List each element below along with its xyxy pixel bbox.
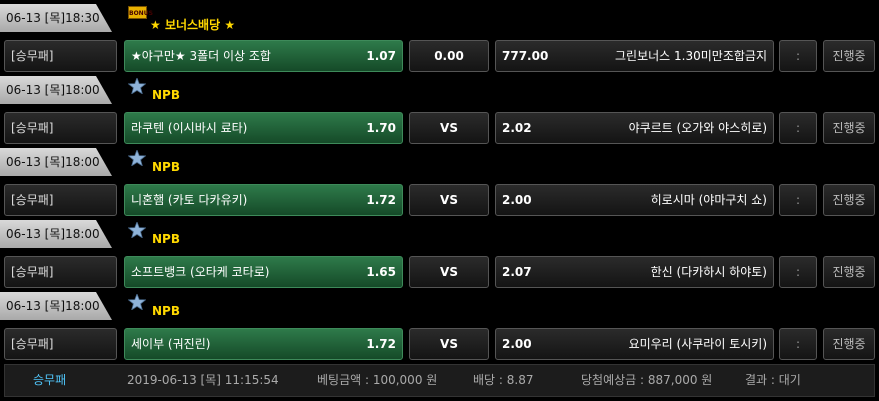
home-odds-button[interactable]: 니혼햄 (카토 다카유키) 1.72 <box>124 184 403 216</box>
bet-type-label: [승무패] <box>4 112 117 144</box>
game-date: 06-13 [목]18:00 <box>0 148 112 176</box>
status-badge: 진행중 <box>823 256 875 288</box>
home-team-name: 니혼햄 (카토 다카유키) <box>131 193 248 207</box>
bet-type-label: [승무패] <box>4 328 117 360</box>
draw-odds-button[interactable]: VS <box>409 328 489 360</box>
bet-type-label: [승무패] <box>4 184 117 216</box>
slip-bet-type: 승무패 <box>33 373 67 387</box>
status-badge: 진행중 <box>823 328 875 360</box>
game-header: 06-13 [목]18:00 NPB <box>0 220 879 250</box>
league-name: NPB <box>152 232 180 246</box>
home-odds-button[interactable]: 소프트뱅크 (오타케 코타로) 1.65 <box>124 256 403 288</box>
away-odds-button[interactable]: 777.00 그린보너스 1.30미만조합금지 <box>495 40 774 72</box>
home-odds-button[interactable]: 라쿠텐 (이시바시 료타) 1.70 <box>124 112 403 144</box>
slip-result: 결과 : 대기 <box>745 373 801 387</box>
baseball-star-icon <box>128 78 146 94</box>
draw-odds-button[interactable]: VS <box>409 256 489 288</box>
game-header: 06-13 [목]18:00 NPB <box>0 148 879 178</box>
home-team-name: ★야구만★ 3폴더 이상 조합 <box>131 49 271 63</box>
away-odds-button[interactable]: 2.02 야쿠르트 (오가와 야스히로) <box>495 112 774 144</box>
more-options-button[interactable]: : <box>779 112 817 144</box>
game-date: 06-13 [목]18:30 <box>0 4 112 32</box>
away-team-name: 야쿠르트 (오가와 야스히로) <box>628 121 767 135</box>
home-odds-button[interactable]: 세이부 (궈진린) 1.72 <box>124 328 403 360</box>
away-odds-value: 2.07 <box>502 265 532 279</box>
game-header: 06-13 [목]18:30 BONUS ★ 보너스배당 ★ <box>0 4 879 34</box>
away-team-name: 히로시마 (야마구치 쇼) <box>650 193 767 207</box>
home-odds-value: 1.72 <box>366 193 396 207</box>
home-odds-value: 1.72 <box>366 337 396 351</box>
draw-odds-button[interactable]: VS <box>409 184 489 216</box>
league-name: ★ 보너스배당 ★ <box>150 18 236 32</box>
away-team-name: 요미우리 (사쿠라이 토시키) <box>628 337 767 351</box>
away-odds-button[interactable]: 2.07 한신 (다카하시 하야토) <box>495 256 774 288</box>
game-header: 06-13 [목]18:00 NPB <box>0 292 879 322</box>
home-odds-button[interactable]: ★야구만★ 3폴더 이상 조합 1.07 <box>124 40 403 72</box>
away-team-name: 그린보너스 1.30미만조합금지 <box>615 49 767 63</box>
baseball-star-icon <box>128 150 146 166</box>
more-options-button[interactable]: : <box>779 328 817 360</box>
slip-bet-amount: 베팅금액 : 100,000 원 <box>317 373 438 387</box>
game-date: 06-13 [목]18:00 <box>0 220 112 248</box>
more-options-button[interactable]: : <box>779 256 817 288</box>
home-team-name: 소프트뱅크 (오타케 코타로) <box>131 265 270 279</box>
away-odds-button[interactable]: 2.00 히로시마 (야마구치 쇼) <box>495 184 774 216</box>
home-odds-value: 1.07 <box>366 49 396 63</box>
game-row: [승무패] 라쿠텐 (이시바시 료타) 1.70 VS 2.02 야쿠르트 (오가와 야스… <box>0 112 879 144</box>
away-odds-value: 2.02 <box>502 121 532 135</box>
draw-odds-button[interactable]: 0.00 <box>409 40 489 72</box>
away-odds-value: 2.00 <box>502 193 532 207</box>
more-options-button[interactable]: : <box>779 40 817 72</box>
league-name: NPB <box>152 88 180 102</box>
home-odds-value: 1.65 <box>366 265 396 279</box>
bonus-badge-icon: BONUS <box>128 6 153 19</box>
draw-odds-button[interactable]: VS <box>409 112 489 144</box>
status-badge: 진행중 <box>823 40 875 72</box>
game-date: 06-13 [목]18:00 <box>0 292 112 320</box>
game-row: [승무패] 세이부 (궈진린) 1.72 VS 2.00 요미우리 (사쿠라이 토시키):… <box>0 328 879 360</box>
baseball-star-icon <box>128 294 146 310</box>
game-row: [승무패] 소프트뱅크 (오타케 코타로) 1.65 VS 2.07 한신 (다카하시 하… <box>0 256 879 288</box>
game-row: [승무패] 니혼햄 (카토 다카유키) 1.72 VS 2.00 히로시마 (야마구치 쇼… <box>0 184 879 216</box>
status-badge: 진행중 <box>823 112 875 144</box>
away-odds-value: 2.00 <box>502 337 532 351</box>
slip-odds: 배당 : 8.87 <box>473 373 534 387</box>
more-options-button[interactable]: : <box>779 184 817 216</box>
slip-datetime: 2019-06-13 [목] 11:15:54 <box>127 373 279 387</box>
bet-type-label: [승무패] <box>4 40 117 72</box>
game-header: 06-13 [목]18:00 NPB <box>0 76 879 106</box>
slip-expected-winnings: 당첨예상금 : 887,000 원 <box>581 373 713 387</box>
away-odds-value: 777.00 <box>502 49 549 63</box>
game-date: 06-13 [목]18:00 <box>0 76 112 104</box>
home-team-name: 라쿠텐 (이시바시 료타) <box>131 121 248 135</box>
league-name: NPB <box>152 304 180 318</box>
status-badge: 진행중 <box>823 184 875 216</box>
bet-type-label: [승무패] <box>4 256 117 288</box>
away-odds-button[interactable]: 2.00 요미우리 (사쿠라이 토시키) <box>495 328 774 360</box>
bet-slip-summary: 승무패 2019-06-13 [목] 11:15:54 베팅금액 : 100,0… <box>4 364 875 397</box>
home-team-name: 세이부 (궈진린) <box>131 337 211 351</box>
game-row: [승무패] ★야구만★ 3폴더 이상 조합 1.07 0.00 777.00 그린보너스 … <box>0 40 879 72</box>
home-odds-value: 1.70 <box>366 121 396 135</box>
baseball-star-icon <box>128 222 146 238</box>
league-name: NPB <box>152 160 180 174</box>
away-team-name: 한신 (다카하시 하야토) <box>650 265 767 279</box>
